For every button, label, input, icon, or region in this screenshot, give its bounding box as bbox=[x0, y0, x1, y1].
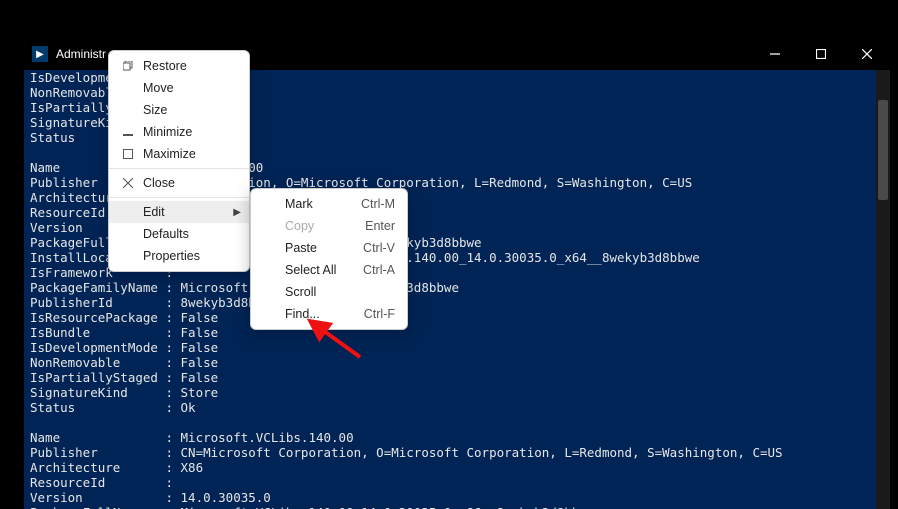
terminal-line: Publisher : CN=Microsoft Corporation, O=… bbox=[30, 445, 884, 460]
menu-item-size[interactable]: Size bbox=[109, 99, 249, 121]
chevron-right-icon: ▶ bbox=[233, 207, 241, 218]
menu-item-label: Maximize bbox=[139, 147, 237, 161]
menu-item-select-all[interactable]: Select All Ctrl-A bbox=[251, 259, 407, 281]
terminal-line: NonRemovable : False bbox=[30, 355, 884, 370]
menu-item-label: Paste bbox=[281, 241, 339, 255]
menu-item-scroll[interactable]: Scroll bbox=[251, 281, 407, 303]
maximize-button[interactable] bbox=[798, 38, 844, 70]
menu-item-accelerator: Ctrl-A bbox=[339, 263, 395, 277]
terminal-line: ResourceId : bbox=[30, 475, 884, 490]
menu-item-accelerator: Enter bbox=[341, 219, 395, 233]
close-icon bbox=[862, 49, 872, 59]
close-button[interactable] bbox=[844, 38, 890, 70]
menu-item-copy[interactable]: Copy Enter bbox=[251, 215, 407, 237]
powershell-icon: ▶ bbox=[32, 46, 48, 62]
menu-item-move[interactable]: Move bbox=[109, 77, 249, 99]
menu-item-label: Close bbox=[139, 176, 237, 190]
restore-icon bbox=[117, 61, 139, 71]
terminal-line: Version : 14.0.30035.0 bbox=[30, 490, 884, 505]
menu-item-paste[interactable]: Paste Ctrl-V bbox=[251, 237, 407, 259]
menu-item-label: Size bbox=[139, 103, 237, 117]
scrollbar[interactable] bbox=[876, 70, 890, 509]
menu-item-restore[interactable]: Restore bbox=[109, 55, 249, 77]
menu-item-label: Properties bbox=[139, 249, 237, 263]
menu-item-mark[interactable]: Mark Ctrl-M bbox=[251, 193, 407, 215]
terminal-line: Architecture : X86 bbox=[30, 460, 884, 475]
terminal-line: Name : Microsoft.VCLibs.140.00 bbox=[30, 430, 884, 445]
menu-item-edit[interactable]: Edit ▶ bbox=[109, 201, 249, 223]
maximize-icon bbox=[117, 149, 139, 159]
menu-item-label: Find... bbox=[281, 307, 340, 321]
menu-item-defaults[interactable]: Defaults bbox=[109, 223, 249, 245]
menu-item-label: Copy bbox=[281, 219, 341, 233]
menu-item-accelerator: Ctrl-V bbox=[339, 241, 395, 255]
menu-item-accelerator: Ctrl-F bbox=[340, 307, 395, 321]
menu-separator bbox=[109, 197, 249, 198]
system-menu: Restore Move Size Minimize Maximize Clos… bbox=[108, 50, 250, 272]
terminal-line: Status : Ok bbox=[30, 400, 884, 415]
menu-item-close[interactable]: Close bbox=[109, 172, 249, 194]
menu-item-label: Mark bbox=[281, 197, 337, 211]
terminal-line: IsBundle : False bbox=[30, 325, 884, 340]
terminal-line: IsResourcePackage : False bbox=[30, 310, 884, 325]
minimize-icon bbox=[117, 127, 139, 137]
terminal-line: PublisherId : 8wekyb3d8bbwe bbox=[30, 295, 884, 310]
scrollbar-thumb[interactable] bbox=[878, 100, 888, 200]
terminal-line: IsDevelopmentMode : False bbox=[30, 340, 884, 355]
close-icon bbox=[117, 178, 139, 188]
menu-item-minimize[interactable]: Minimize bbox=[109, 121, 249, 143]
terminal-line: PackageFullName : Microsoft.VCLibs.140.0… bbox=[30, 505, 884, 509]
menu-separator bbox=[109, 168, 249, 169]
menu-item-find[interactable]: Find... Ctrl-F bbox=[251, 303, 407, 325]
window-title: Administr bbox=[56, 47, 106, 61]
terminal-line: PackageFamilyName : Microsoft.VCLibs.140… bbox=[30, 280, 884, 295]
minimize-button[interactable] bbox=[752, 38, 798, 70]
edit-submenu: Mark Ctrl-M Copy Enter Paste Ctrl-V Sele… bbox=[250, 188, 408, 330]
menu-item-accelerator: Ctrl-M bbox=[337, 197, 395, 211]
minimize-icon bbox=[770, 49, 780, 59]
menu-item-label: Select All bbox=[281, 263, 339, 277]
terminal-line: IsPartiallyStaged : False bbox=[30, 370, 884, 385]
maximize-icon bbox=[816, 49, 826, 59]
menu-item-maximize[interactable]: Maximize bbox=[109, 143, 249, 165]
menu-item-label: Scroll bbox=[281, 285, 371, 299]
menu-item-label: Edit bbox=[139, 205, 237, 219]
menu-item-label: Minimize bbox=[139, 125, 237, 139]
menu-item-label: Restore bbox=[139, 59, 237, 73]
menu-item-label: Defaults bbox=[139, 227, 237, 241]
terminal-line: SignatureKind : Store bbox=[30, 385, 884, 400]
menu-item-label: Move bbox=[139, 81, 237, 95]
menu-item-properties[interactable]: Properties bbox=[109, 245, 249, 267]
